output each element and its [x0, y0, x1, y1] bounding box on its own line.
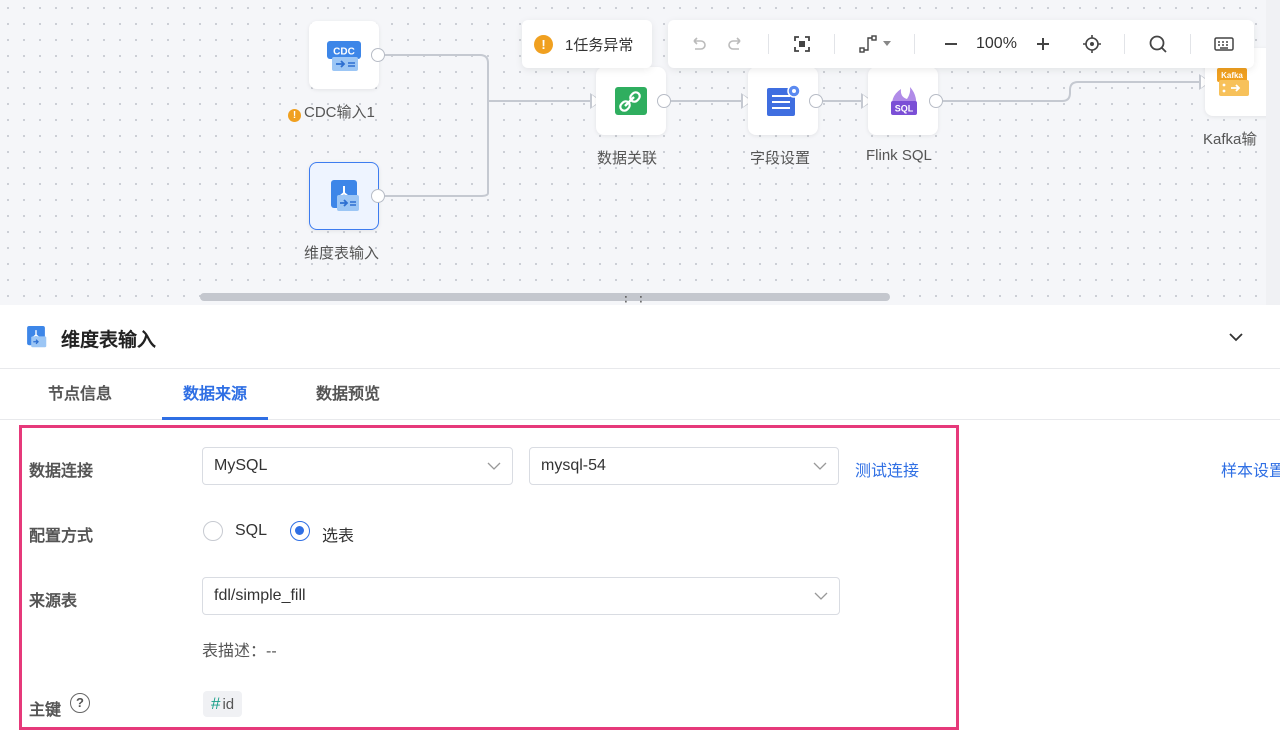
node-join-label: 数据关联: [597, 150, 658, 167]
edge-sql-to-kafka: [936, 81, 1201, 102]
output-port[interactable]: [929, 94, 943, 108]
redo-icon: [728, 37, 741, 50]
connection-type-select[interactable]: MySQL: [202, 447, 513, 485]
radio-sql-label: SQL: [235, 522, 268, 539]
sample-settings-link[interactable]: 样本设置: [1221, 457, 1280, 481]
tab-node-info[interactable]: 节点信息: [48, 370, 112, 420]
keyboard-icon: [1214, 37, 1234, 51]
node-cdc-label: ! CDC输入1: [288, 101, 375, 122]
field-settings-icon: [767, 84, 801, 116]
source-table-select[interactable]: fdl/simple_fill: [202, 577, 840, 615]
output-port[interactable]: [371, 48, 385, 62]
keyboard-shortcuts-button[interactable]: [1210, 20, 1238, 68]
locate-button[interactable]: [1078, 20, 1106, 68]
undo-icon: [693, 37, 706, 50]
flow-canvas[interactable]: CDC ! CDC输入1 维度表输入 数据关联 字段设置 SQL Flink S…: [0, 0, 1280, 305]
edge-inputs-merge: [378, 54, 489, 197]
tab-data-source[interactable]: 数据来源: [162, 370, 268, 420]
node-dimension-label: 维度表输入: [304, 245, 380, 262]
toolbar-divider: [1190, 34, 1191, 54]
flink-sql-icon: SQL: [891, 87, 917, 115]
connection-name-value: mysql-54: [541, 457, 606, 474]
task-error-text: 1任务异常: [565, 36, 634, 54]
caret-down-icon: [882, 41, 891, 46]
table-description: 表描述：--: [202, 643, 277, 660]
svg-text:Kafka: Kafka: [1221, 71, 1243, 80]
connection-name-select[interactable]: mysql-54: [529, 447, 839, 485]
undo-button[interactable]: [684, 20, 712, 68]
toolbar-divider: [834, 34, 835, 54]
node-dimension-input[interactable]: [309, 162, 385, 230]
collapse-button[interactable]: [1226, 327, 1246, 352]
locate-icon: [1083, 35, 1101, 53]
node-sql-label: Flink SQL: [866, 147, 932, 164]
toolbar-divider: [914, 34, 915, 54]
plus-icon: [1037, 38, 1049, 50]
node-config-panel: 维度表输入 节点信息 数据来源 数据预览 数据连接 MySQL mysql-54…: [0, 305, 1280, 730]
primary-key-tag: # id: [203, 691, 243, 717]
hash-icon: #: [211, 694, 221, 713]
output-port[interactable]: [657, 94, 671, 108]
primary-key-value: id: [222, 696, 235, 713]
fit-view-icon: [794, 36, 810, 52]
radio-select-table[interactable]: [290, 521, 310, 541]
zoom-level: 100%: [976, 35, 1017, 52]
minus-icon: [945, 43, 957, 45]
radio-sql[interactable]: [203, 521, 223, 541]
toolbar-divider: [768, 34, 769, 54]
task-error-alert[interactable]: ! 1任务异常: [522, 20, 652, 68]
panel-title: 维度表输入: [61, 330, 157, 351]
connection-type-value: MySQL: [214, 457, 268, 474]
warning-icon: !: [534, 34, 553, 54]
chevron-down-icon: [814, 592, 828, 600]
chevron-down-icon: [1229, 333, 1243, 342]
search-icon: [1149, 35, 1167, 53]
resize-grip[interactable]: ⋮⋮: [619, 294, 649, 305]
link-join-icon: [615, 87, 647, 115]
node-cdc-input[interactable]: CDC: [309, 21, 385, 89]
svg-text:SQL: SQL: [895, 104, 914, 114]
svg-text:CDC: CDC: [333, 47, 355, 58]
node-kafka-label: Kafka输: [1203, 131, 1257, 148]
output-port[interactable]: [809, 94, 823, 108]
node-field-label: 字段设置: [750, 150, 811, 167]
dimension-table-icon: [331, 180, 359, 211]
radio-select-table-label: 选表: [322, 528, 355, 545]
config-mode-label: 配置方式: [29, 528, 94, 545]
edge-style-dropdown[interactable]: [854, 20, 894, 68]
primary-key-label: 主键: [29, 702, 62, 719]
zoom-in-button[interactable]: [1030, 20, 1056, 68]
fit-view-button[interactable]: [788, 20, 816, 68]
source-table-value: fdl/simple_fill: [214, 587, 306, 604]
chevron-down-icon: [813, 462, 827, 470]
node-data-join[interactable]: [596, 67, 671, 135]
horizontal-scrollbar[interactable]: [200, 293, 890, 301]
zoom-out-button[interactable]: [938, 20, 964, 68]
search-button[interactable]: [1144, 20, 1172, 68]
tab-data-preview[interactable]: 数据预览: [316, 370, 380, 420]
vertical-scrollbar[interactable]: [1267, 88, 1275, 234]
output-port[interactable]: [371, 189, 385, 203]
edge-style-icon: [858, 35, 877, 53]
panel-tabs: 节点信息 数据来源 数据预览: [0, 370, 1280, 420]
node-flink-sql[interactable]: SQL: [868, 67, 943, 135]
warning-icon: !: [288, 109, 301, 122]
dimension-table-icon: [27, 326, 47, 348]
help-icon[interactable]: ?: [70, 693, 90, 713]
chevron-down-icon: [487, 462, 501, 470]
connection-label: 数据连接: [29, 463, 94, 480]
canvas-toolbar: 100%: [668, 20, 1254, 68]
redo-button[interactable]: [722, 20, 750, 68]
source-table-label: 来源表: [29, 593, 78, 610]
toolbar-divider: [1124, 34, 1125, 54]
node-field-settings[interactable]: [748, 67, 823, 135]
kafka-icon: Kafka: [1217, 68, 1249, 96]
panel-header: 维度表输入: [0, 305, 1280, 369]
test-connection-link[interactable]: 测试连接: [855, 457, 919, 481]
cdc-icon: CDC: [327, 41, 361, 71]
